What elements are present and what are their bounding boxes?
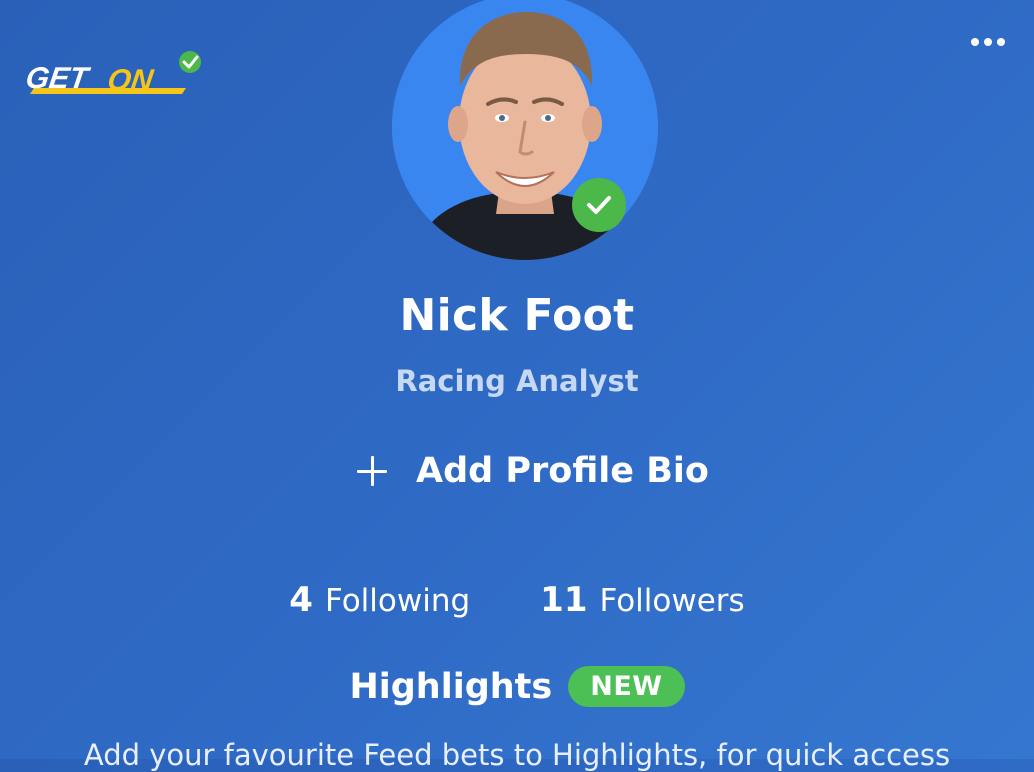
- following-count: 4: [289, 580, 313, 620]
- profile-role: Racing Analyst: [395, 364, 639, 398]
- highlights-header: Highlights NEW: [0, 666, 1034, 707]
- following-label: Following: [324, 583, 471, 619]
- following-stat[interactable]: 4 Following: [289, 580, 470, 620]
- svg-text:ON: ON: [105, 64, 156, 97]
- followers-count: 11: [540, 580, 588, 620]
- highlights-title: Highlights: [349, 666, 553, 707]
- plus-icon: [352, 451, 392, 491]
- more-options-button[interactable]: [964, 28, 1012, 56]
- svg-text:GET: GET: [26, 62, 93, 95]
- highlights-description: Add your favourite Feed bets to Highligh…: [83, 738, 951, 772]
- check-circle-icon: [587, 196, 611, 214]
- followers-label: Followers: [599, 583, 745, 619]
- more-horizontal-icon: [971, 38, 979, 46]
- add-profile-bio-button[interactable]: Add Profile Bio: [352, 446, 709, 496]
- geton-logo-icon: GET ON: [26, 51, 201, 97]
- more-dot: [984, 38, 992, 46]
- verified-badge: [572, 178, 626, 232]
- app-logo: GET ON: [26, 50, 210, 98]
- new-badge: NEW: [568, 666, 685, 707]
- profile-stats: 4 Following 11 Followers: [0, 580, 1034, 620]
- profile-name: Nick Foot: [399, 290, 635, 341]
- add-profile-bio-label: Add Profile Bio: [416, 451, 709, 491]
- followers-stat[interactable]: 11 Followers: [540, 580, 745, 620]
- more-dot: [997, 38, 1005, 46]
